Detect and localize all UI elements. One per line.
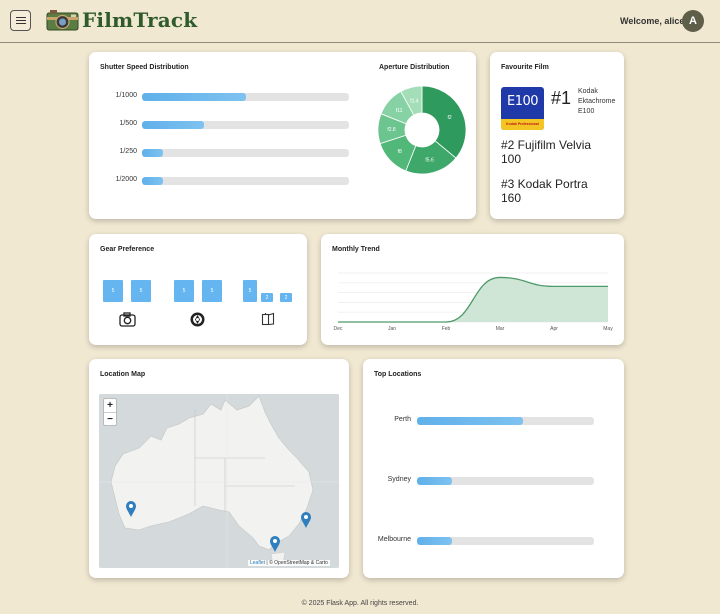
gear-bar: 2 — [261, 293, 273, 302]
shutter-label: 1/2000 — [115, 176, 137, 183]
shutter-label: 1/1000 — [115, 92, 137, 99]
distribution-card: Shutter Speed Distribution 1/1000 1/500 1/… — [89, 52, 476, 219]
shutter-bar-fill — [142, 177, 163, 185]
map-attribution: Leaflet | © OpenStreetMap & Carto — [248, 560, 330, 566]
aperture-slice-label: f2.8 — [387, 127, 396, 133]
monthly-trend-card: Monthly Trend Dec Jan Feb Mar Apr May — [321, 234, 624, 345]
zoom-out-button[interactable]: − — [104, 412, 116, 425]
aperture-slice-label: f8 — [398, 149, 402, 155]
shutter-label: 1/250 — [119, 148, 137, 155]
location-label: Sydney — [387, 476, 411, 483]
aperture-slice-label: f5.6 — [425, 158, 434, 164]
location-bar-track — [417, 477, 594, 485]
gear-bar: 5 — [131, 280, 151, 302]
aperture-slice-label: f2 — [448, 115, 452, 121]
monthly-trend-chart: Dec Jan Feb Mar Apr May — [334, 272, 613, 332]
zoom-in-button[interactable]: + — [104, 399, 116, 412]
gear-bar: 5 — [174, 280, 194, 302]
gear-bar: 5 — [202, 280, 222, 302]
rank-2-film: #2 Fujifilm Velvia 100 — [501, 138, 592, 166]
film-box-brand: Kodak Professional — [506, 122, 539, 126]
lens-aperture-icon — [190, 312, 205, 327]
film-roll-icon — [261, 312, 275, 326]
menu-button[interactable] — [10, 10, 31, 31]
top-locations-title: Top Locations — [374, 371, 422, 378]
favourite-title: Favourite Film — [501, 64, 549, 71]
film-box-label: E100 — [506, 94, 539, 109]
shutter-label: 1/500 — [119, 120, 137, 127]
welcome-text: Welcome, alice — [620, 16, 685, 26]
trend-month-label: Jan — [388, 326, 396, 332]
top-bar: FilmTrack Welcome, alice A — [0, 0, 720, 43]
map-marker-melbourne[interactable] — [270, 536, 280, 552]
location-label: Melbourne — [377, 536, 411, 543]
rank-1: #1 — [551, 88, 572, 108]
location-bar-fill — [417, 477, 453, 485]
aperture-donut-chart: f2 f5.6 f8 f2.8 f11 f1.4 — [377, 85, 467, 175]
trend-month-label: Apr — [550, 326, 558, 332]
shutter-bar-track — [142, 121, 349, 129]
map-marker-perth[interactable] — [126, 501, 136, 517]
map-title: Location Map — [100, 371, 146, 378]
shutter-bar-track — [142, 93, 349, 101]
brand-name[interactable]: FilmTrack — [82, 8, 197, 32]
shutter-bar-track — [142, 149, 349, 157]
gear-bar: 5 — [243, 280, 257, 302]
hamburger-icon — [15, 19, 26, 22]
shutter-bar-fill — [142, 121, 205, 129]
footer-text: © 2025 Flask App. All rights reserved. — [301, 600, 419, 607]
location-map[interactable] — [99, 394, 339, 568]
shutter-bar-fill — [142, 149, 163, 157]
location-label: Perth — [394, 416, 411, 423]
camera-icon — [119, 312, 136, 327]
aperture-slice-label: f11 — [396, 108, 403, 114]
trend-month-label: Dec — [334, 326, 343, 332]
user-avatar[interactable]: A — [682, 10, 704, 32]
film-box-strip: Kodak Professional — [501, 119, 544, 130]
trend-month-label: Feb — [442, 326, 451, 332]
aperture-title: Aperture Distribution — [379, 64, 450, 71]
gear-bar: 2 — [280, 293, 292, 302]
film-box-image: E100 Kodak Professional — [501, 87, 544, 130]
shutter-bar-fill — [142, 93, 246, 101]
favourite-film-card: Favourite Film E100 Kodak Professional #… — [490, 52, 624, 219]
location-bar-track — [417, 417, 594, 425]
location-bar-fill — [417, 537, 453, 545]
location-bar-fill — [417, 417, 524, 425]
top-locations-card: Top Locations Perth Sydney Melbourne — [363, 359, 624, 578]
map-zoom-control: + − — [103, 398, 117, 426]
gear-title: Gear Preference — [100, 246, 155, 253]
trend-month-label: May — [603, 326, 613, 332]
location-bar-track — [417, 537, 594, 545]
trend-month-label: Mar — [496, 326, 505, 332]
leaflet-link[interactable]: Leaflet — [250, 560, 265, 566]
gear-preference-card: Gear Preference 5555522 — [89, 234, 307, 345]
rank-3-film: #3 Kodak Portra 160 — [501, 177, 588, 205]
top-film-name: Kodak Ektachrome E100 — [578, 88, 616, 115]
shutter-bar-track — [142, 177, 349, 185]
shutter-title: Shutter Speed Distribution — [100, 64, 189, 71]
gear-bar: 5 — [103, 280, 123, 302]
aperture-slice-label: f1.4 — [410, 98, 419, 104]
map-marker-sydney[interactable] — [301, 512, 311, 528]
camera-logo-icon — [46, 10, 79, 31]
australia-map-tiles — [99, 394, 339, 568]
